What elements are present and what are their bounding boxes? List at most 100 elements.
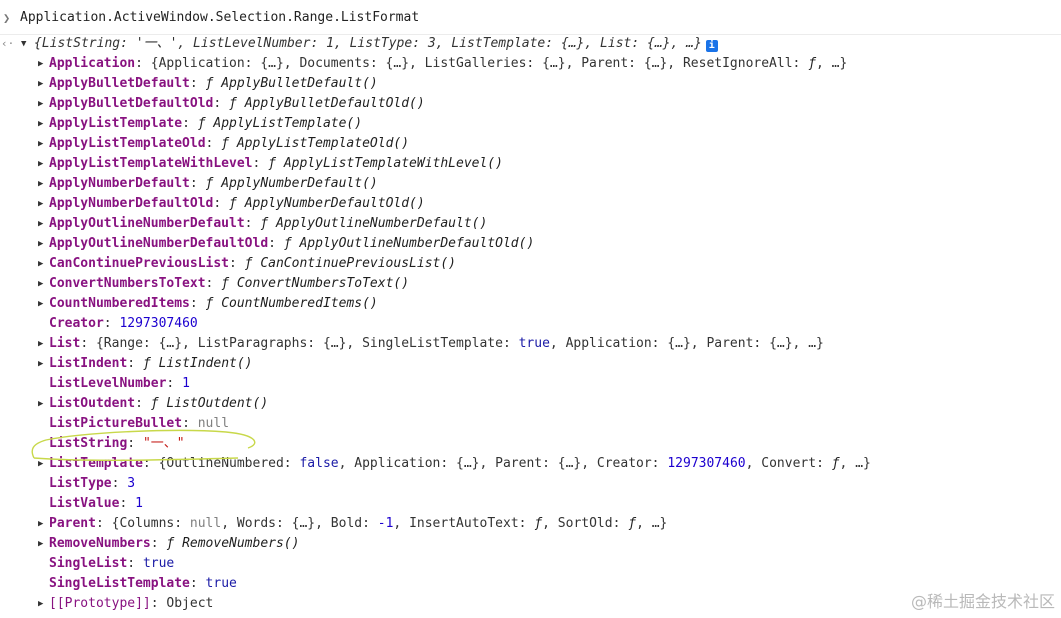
property-row[interactable]: ▶ [[Prototype]]: Object [0,594,1061,614]
expand-triangle-icon[interactable]: ▶ [38,214,43,234]
property-value-part: ConvertNumbersToText() [236,276,410,291]
property-row[interactable]: ▶ ConvertNumbersToText: ƒ ConvertNumbersT… [0,274,1061,294]
property-row[interactable]: ▶ ApplyBulletDefaultOld: ƒ ApplyBulletDef… [0,94,1061,114]
property-row[interactable]: ▶ ApplyListTemplateOld: ƒ ApplyListTempla… [0,134,1061,154]
property-row[interactable]: ▶ List: {Range: {…}, ListParagraphs: {…},… [0,334,1061,354]
property-value-part: ApplyBulletDefaultOld() [244,96,425,111]
property-key: ApplyListTemplate [49,116,183,131]
property-value-part: ƒ [150,396,167,411]
expand-triangle-icon[interactable]: ▶ [38,254,43,274]
property-entry: ListTemplate: {OutlineNumbered: false, A… [49,454,871,474]
property-entry: ApplyBulletDefault: ƒ ApplyBulletDefault… [49,74,378,94]
expand-triangle-icon[interactable]: ▶ [38,74,43,94]
property-row[interactable]: ▶ Parent: {Columns: null, Words: {…}, Bol… [0,514,1061,534]
expand-triangle-icon[interactable]: ▶ [38,354,43,374]
property-value-part: , …} [816,56,848,71]
property-value-part: ApplyNumberDefault() [221,176,378,191]
property-row[interactable]: ▶ ListTemplate: {OutlineNumbered: false, … [0,454,1061,474]
expand-triangle-icon[interactable]: ▶ [38,194,43,214]
property-key: [[Prototype]] [49,596,151,611]
property-value-part: true [205,576,237,591]
console-input-row: ❯ Application.ActiveWindow.Selection.Ran… [0,8,1061,28]
property-entry: RemoveNumbers: ƒ RemoveNumbers() [49,534,299,554]
property-key: ApplyListTemplateOld [49,136,206,151]
property-row[interactable]: ▶ ApplyBulletDefault: ƒ ApplyBulletDefaul… [0,74,1061,94]
expand-triangle-icon[interactable]: ▶ [38,594,43,614]
property-row: ListPictureBullet: null [0,414,1061,434]
property-row[interactable]: ▶ ListOutdent: ƒ ListOutdent() [0,394,1061,414]
property-entry: ApplyNumberDefaultOld: ƒ ApplyNumberDefa… [49,194,425,214]
property-key: ApplyBulletDefault [49,76,190,91]
expand-triangle-open-icon[interactable]: ▼ [21,34,26,54]
property-value-part: ƒ [221,136,237,151]
property-value-part: ApplyOutlineNumberDefault() [275,216,488,231]
property-row[interactable]: ▶ ApplyNumberDefault: ƒ ApplyNumberDefaul… [0,174,1061,194]
property-value-part: , Words: {…}, Bold: [221,516,378,531]
console-result-row[interactable]: ‹· ▼ {ListString: '一、', ListLevelNumber:… [0,34,1061,54]
expand-triangle-icon[interactable]: ▶ [38,534,43,554]
property-key: Application [49,56,136,71]
expand-triangle-icon[interactable]: ▶ [38,174,43,194]
info-icon[interactable]: i [705,40,718,52]
property-row[interactable]: ▶ RemoveNumbers: ƒ RemoveNumbers() [0,534,1061,554]
property-value-part: , Application: {…}, Parent: {…}, …} [549,336,824,351]
property-value-part: 1 [182,376,190,391]
expand-triangle-icon[interactable]: ▶ [38,114,43,134]
colon: : [135,396,151,411]
property-value-part: ƒ [260,216,276,231]
expand-triangle-icon[interactable]: ▶ [38,454,43,474]
prompt-chevron-icon: ❯ [3,11,11,25]
property-row: SingleList: true [0,554,1061,574]
property-entry: ApplyListTemplateOld: ƒ ApplyListTemplat… [49,134,409,154]
property-key: ListPictureBullet [49,416,183,431]
expand-triangle-icon[interactable]: ▶ [38,54,43,74]
expand-triangle-icon[interactable]: ▶ [38,334,43,354]
property-row[interactable]: ▶ ApplyOutlineNumberDefault: ƒ ApplyOutli… [0,214,1061,234]
property-entry: ListPictureBullet: null [49,414,229,434]
property-value-part: {Range: {…}, ListParagraphs: {…}, Single… [95,336,519,351]
property-key: List [49,336,81,351]
property-value-part: ApplyOutlineNumberDefaultOld() [299,236,535,251]
expand-triangle-icon[interactable]: ▶ [38,154,43,174]
property-key: ApplyNumberDefault [49,176,190,191]
property-row[interactable]: ▶ Application: {Application: {…}, Documen… [0,54,1061,74]
expand-triangle-icon[interactable]: ▶ [38,94,43,114]
colon: : [189,296,206,311]
property-key: ConvertNumbersToText [49,276,206,291]
expand-triangle-icon[interactable]: ▶ [38,134,43,154]
property-entry: ConvertNumbersToText: ƒ ConvertNumbersTo… [49,274,409,294]
colon: : [182,116,198,131]
property-value-part: ƒ [205,76,222,91]
expand-triangle-icon[interactable]: ▶ [38,394,43,414]
console-input-text[interactable]: Application.ActiveWindow.Selection.Range… [20,8,419,28]
colon: : [213,196,230,211]
property-value-part: ƒ [283,236,300,251]
property-row[interactable]: ▶ ApplyListTemplate: ƒ ApplyListTemplate(… [0,114,1061,134]
property-key: ListString [49,436,128,451]
colon: : [127,356,143,371]
property-value-part: ApplyNumberDefaultOld() [244,196,425,211]
property-value-part: ƒ [628,516,637,531]
property-key: RemoveNumbers [49,536,151,551]
expand-triangle-icon[interactable]: ▶ [38,234,43,254]
colon: : [119,496,136,511]
property-entry: ListValue: 1 [49,494,143,514]
expand-triangle-icon[interactable]: ▶ [38,274,43,294]
property-row[interactable]: ▶ ApplyListTemplateWithLevel: ƒ ApplyList… [0,154,1061,174]
property-value-part: ƒ [268,156,284,171]
property-value-part: ƒ [831,456,840,471]
property-row[interactable]: ▶ CountNumberedItems: ƒ CountNumberedItem… [0,294,1061,314]
property-row[interactable]: ▶ ApplyNumberDefaultOld: ƒ ApplyNumberDef… [0,194,1061,214]
colon: : [150,536,167,551]
property-value-part: , InsertAutoText: [393,516,535,531]
expand-triangle-icon[interactable]: ▶ [38,514,43,534]
property-row[interactable]: ▶ ApplyOutlineNumberDefaultOld: ƒ ApplyOu… [0,234,1061,254]
property-row[interactable]: ▶ ListIndent: ƒ ListIndent() [0,354,1061,374]
property-value-part: null [189,516,222,531]
expand-triangle-icon[interactable]: ▶ [38,294,43,314]
colon: : [189,176,206,191]
property-key: CountNumberedItems [49,296,190,311]
property-value-part: ƒ [142,356,159,371]
property-row[interactable]: ▶ CanContinuePreviousList: ƒ CanContinueP… [0,254,1061,274]
colon: : [142,456,159,471]
